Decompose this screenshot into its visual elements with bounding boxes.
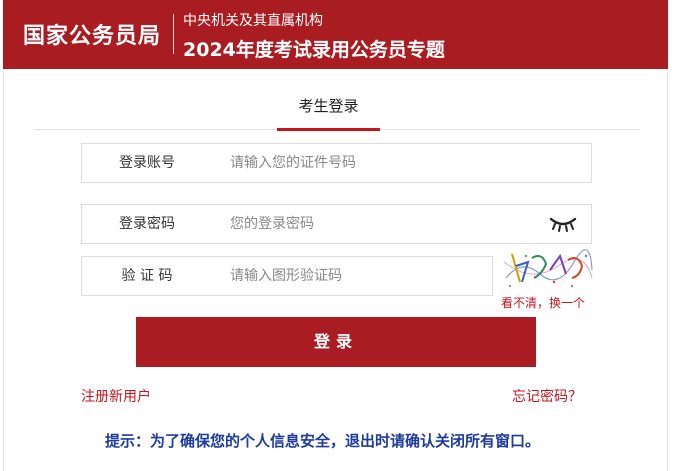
tab-candidate-login[interactable]: 考生登录 [277, 95, 380, 131]
password-input[interactable] [230, 205, 530, 243]
header-subtitle-top: 中央机关及其直属机构 [183, 13, 323, 29]
forgot-password-link[interactable]: 忘记密码？ [512, 386, 582, 406]
account-field: 登录账号 [81, 143, 592, 183]
login-button[interactable]: 登录 [136, 317, 536, 367]
frame-border-left [3, 69, 4, 471]
password-field: 登录密码 [81, 204, 592, 244]
captcha-image[interactable] [502, 248, 594, 290]
account-input[interactable] [230, 144, 570, 182]
site-header: 国家公务员局 中央机关及其直属机构 2024年度考试录用公务员专题 [3, 0, 668, 69]
account-label: 登录账号 [119, 155, 175, 171]
header-divider [173, 14, 174, 54]
password-label: 登录密码 [119, 216, 175, 232]
tab-label: 考生登录 [298, 97, 359, 115]
register-link[interactable]: 注册新用户 [81, 386, 151, 406]
captcha-input[interactable] [230, 257, 480, 295]
eye-closed-icon[interactable] [549, 215, 577, 233]
tab-active-underline [277, 128, 380, 131]
header-subtitle-main: 2024年度考试录用公务员专题 [183, 39, 445, 61]
captcha-field: 验 证 码 [81, 256, 493, 296]
security-tip: 提示：为了确保您的个人信息安全，退出时请确认关闭所有窗口。 [105, 432, 541, 450]
frame-border-right [667, 69, 668, 471]
captcha-label: 验 证 码 [121, 268, 173, 284]
org-title: 国家公务员局 [23, 24, 162, 49]
captcha-refresh-link[interactable]: 看不清，换一个 [501, 294, 585, 311]
